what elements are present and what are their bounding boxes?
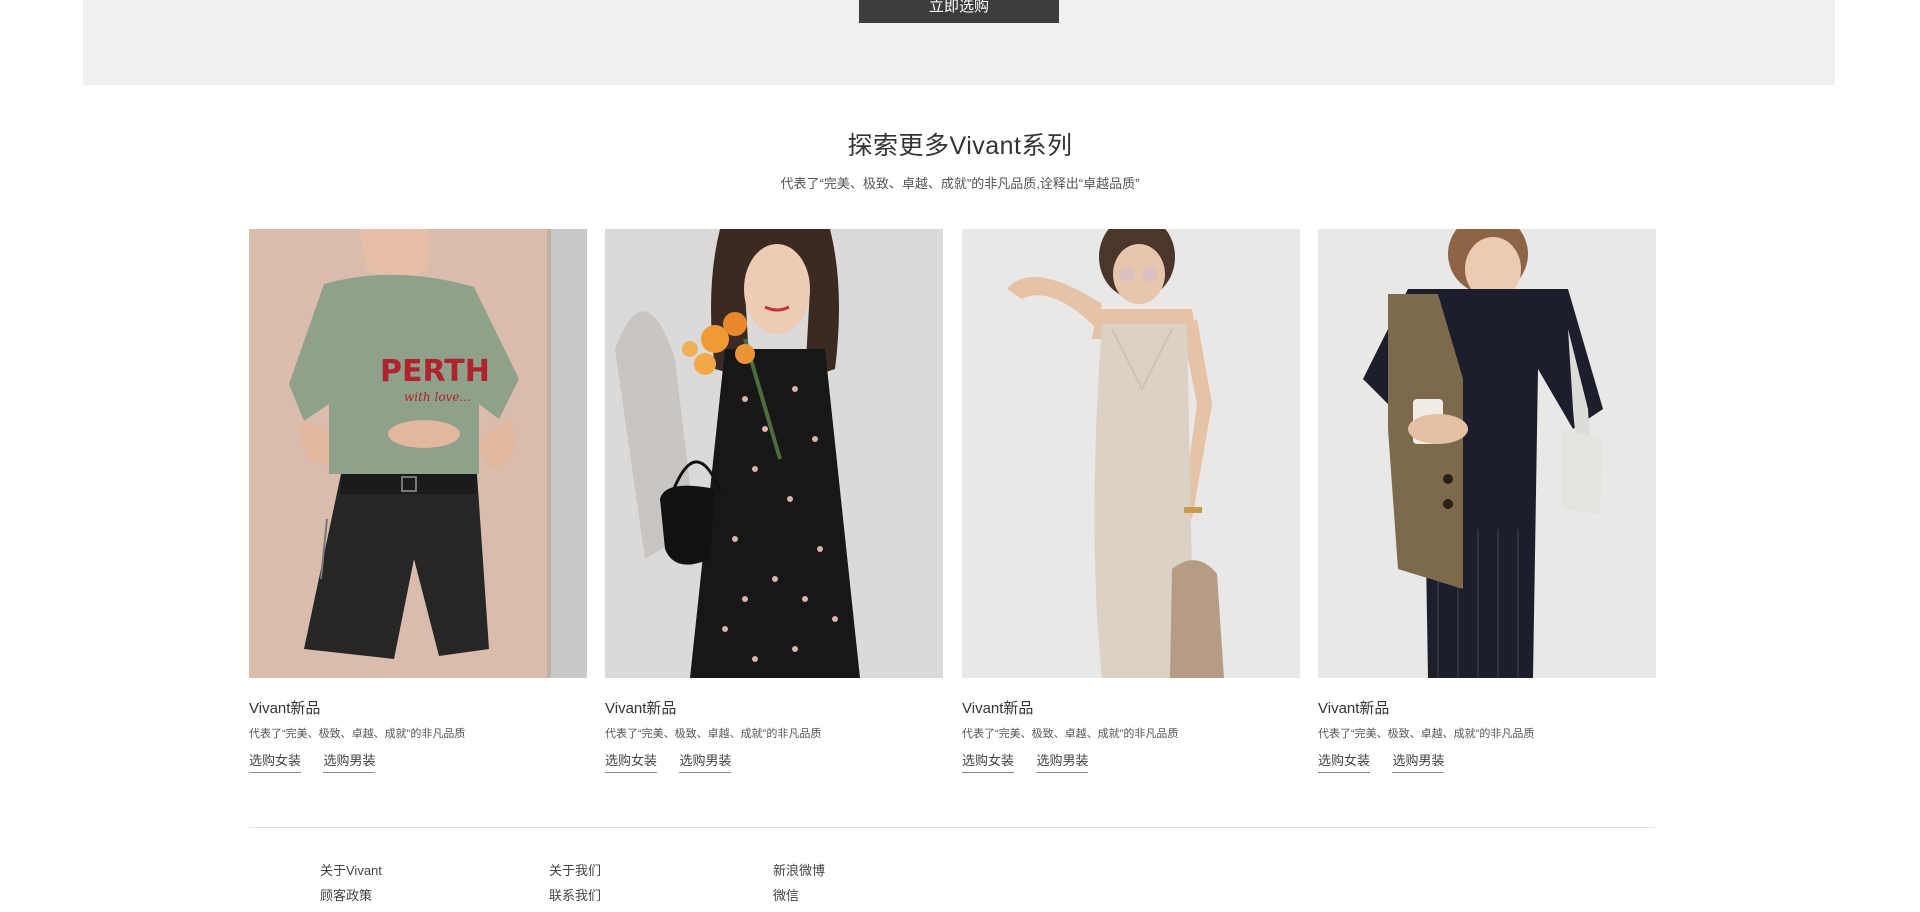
product-title: Vivant新品 [1318, 700, 1390, 717]
product-image-vest-dress[interactable] [1318, 229, 1656, 678]
footer-link[interactable]: 关于Vivant [320, 862, 382, 887]
shop-men-link[interactable]: 选购男装 [323, 750, 376, 773]
footer-divider [249, 827, 1655, 828]
product-card: Vivant新品 代表了“完美、极致、卓越、成就”的非凡品质 选购女装 选购男装 [962, 229, 1300, 773]
hero-banner: 立即选购 [83, 0, 1835, 85]
product-card: Vivant新品 代表了“完美、极致、卓越、成就”的非凡品质 选购女装 选购男装 [1318, 229, 1656, 773]
section-title: 探索更多Vivant系列 [847, 132, 1073, 160]
footer-link[interactable]: 新浪微博 [773, 862, 825, 887]
product-image-floral-dress[interactable] [605, 229, 943, 678]
shop-men-link[interactable]: 选购男装 [1392, 750, 1445, 773]
shop-women-link[interactable]: 选购女装 [962, 750, 1015, 773]
footer-link[interactable]: 关于我们 [549, 862, 601, 887]
shop-now-button[interactable]: 立即选购 [859, 0, 1059, 23]
shop-men-link[interactable]: 选购男装 [679, 750, 732, 773]
product-title: Vivant新品 [249, 700, 321, 717]
shop-women-link[interactable]: 选购女装 [1318, 750, 1371, 773]
section-subtitle: 代表了“完美、极致、卓越、成就”的非凡品质,诠释出“卓越品质” [780, 176, 1140, 191]
product-image-green-tshirt[interactable]: PERTH with love... [249, 229, 587, 678]
product-card: Vivant新品 代表了“完美、极致、卓越、成就”的非凡品质 选购女装 选购男装 [605, 229, 943, 773]
shop-women-link[interactable]: 选购女装 [605, 750, 658, 773]
footer-column-social: 新浪微博 微信 [773, 862, 825, 912]
footer-column-about: 关于Vivant 顾客政策 [320, 862, 382, 912]
shop-women-link[interactable]: 选购女装 [249, 750, 302, 773]
product-image-slip-dress[interactable] [962, 229, 1300, 678]
footer-column-company: 关于我们 联系我们 [549, 862, 601, 912]
product-title: Vivant新品 [605, 700, 677, 717]
svg-text:PERTH: PERTH [380, 354, 490, 389]
product-title: Vivant新品 [962, 700, 1034, 717]
product-description: 代表了“完美、极致、卓越、成就”的非凡品质 [1318, 728, 1535, 740]
shop-men-link[interactable]: 选购男装 [1036, 750, 1089, 773]
product-description: 代表了“完美、极致、卓越、成就”的非凡品质 [962, 728, 1179, 740]
product-card: PERTH with love... Vivant新品 代表了“完美、极致、卓越… [249, 229, 587, 773]
product-description: 代表了“完美、极致、卓越、成就”的非凡品质 [605, 728, 822, 740]
svg-text:with love...: with love... [404, 390, 471, 404]
product-description: 代表了“完美、极致、卓越、成就”的非凡品质 [249, 728, 466, 740]
